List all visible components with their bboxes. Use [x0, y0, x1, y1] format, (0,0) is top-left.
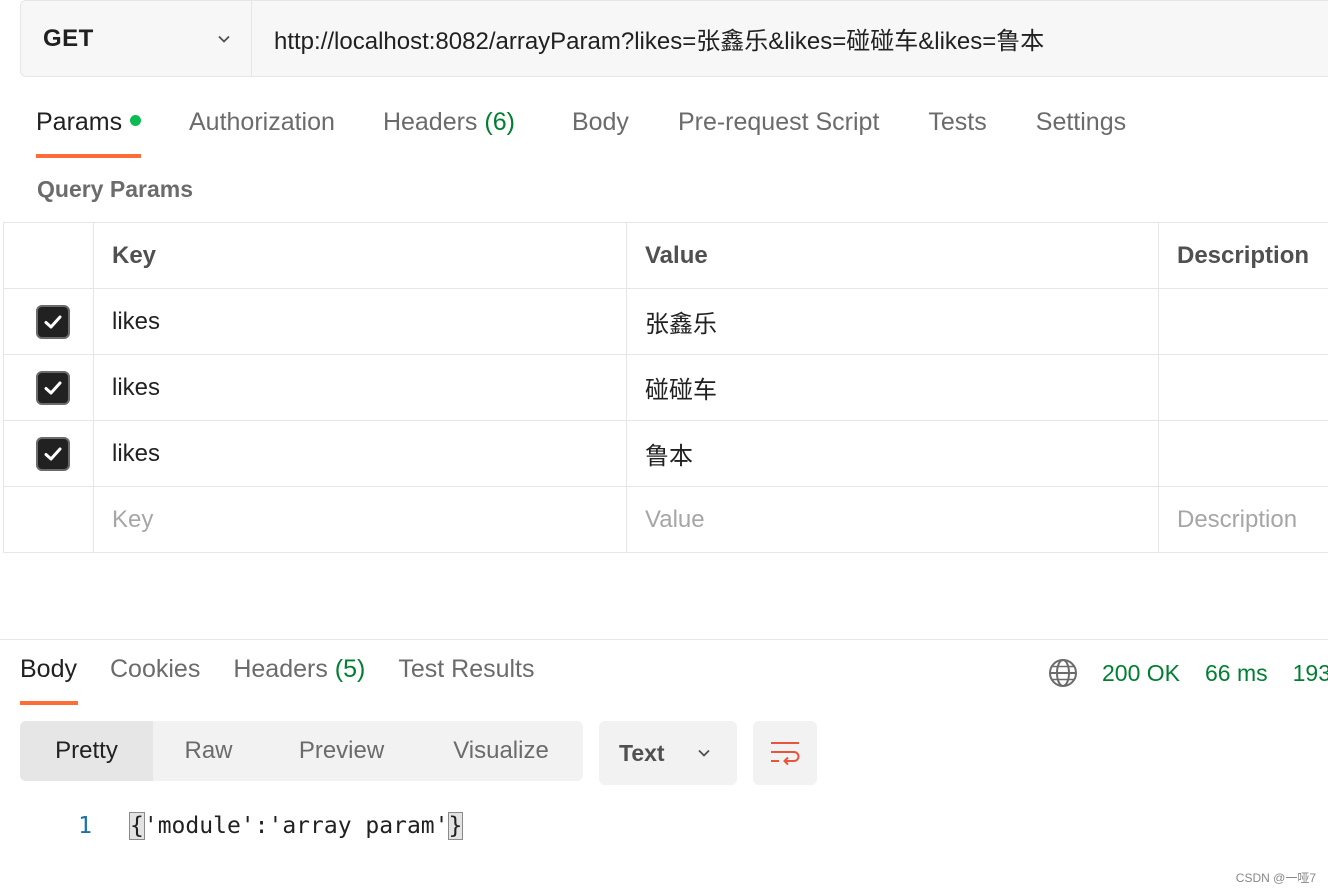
tab-label: Params — [36, 108, 123, 136]
wrap-lines-icon — [771, 742, 800, 766]
param-key[interactable]: likes — [93, 421, 626, 486]
method-label: GET — [43, 24, 94, 52]
request-tabs: Params Authorization Headers (6) Body Pr… — [36, 108, 1126, 158]
checkbox-cell — [3, 289, 93, 354]
checkmark-icon — [44, 447, 61, 460]
header-checkbox-cell — [3, 223, 93, 288]
checkbox-cell — [3, 487, 93, 552]
tab-label: Authorization — [189, 108, 335, 136]
tab-label: Cookies — [110, 655, 201, 683]
response-size[interactable]: 193 — [1293, 660, 1328, 687]
param-value[interactable]: 碰碰车 — [626, 355, 1158, 420]
table-row-new: Key Value Description — [3, 487, 1328, 553]
column-header-value: Value — [626, 223, 1158, 288]
format-label: Text — [619, 739, 665, 766]
view-visualize[interactable]: Visualize — [419, 721, 583, 781]
tab-headers[interactable]: Headers (6) — [383, 108, 515, 158]
tab-params[interactable]: Params — [36, 108, 142, 158]
tab-authorization[interactable]: Authorization — [189, 108, 335, 158]
table-row: likes 碰碰车 — [3, 355, 1328, 421]
headers-count: (6) — [484, 108, 515, 136]
table-row: likes 张鑫乐 — [3, 289, 1328, 355]
view-pretty[interactable]: Pretty — [20, 721, 153, 781]
globe-icon[interactable] — [1048, 658, 1078, 688]
wrap-lines-button[interactable] — [753, 721, 817, 785]
tab-label: Settings — [1035, 108, 1127, 136]
status-code[interactable]: 200 OK — [1102, 660, 1180, 687]
param-description[interactable] — [1158, 355, 1328, 420]
new-description-input[interactable]: Description — [1158, 487, 1328, 552]
param-description[interactable] — [1158, 421, 1328, 486]
new-key-input[interactable]: Key — [93, 487, 626, 552]
view-preview[interactable]: Preview — [264, 721, 419, 781]
open-brace: { — [129, 812, 145, 840]
param-key[interactable]: likes — [93, 355, 626, 420]
param-value[interactable]: 鲁本 — [626, 421, 1158, 486]
close-brace: } — [447, 812, 464, 840]
url-input[interactable]: http://localhost:8082/arrayParam?likes=张… — [252, 1, 1328, 76]
checkmark-icon — [44, 315, 61, 328]
response-time[interactable]: 66 ms — [1205, 660, 1268, 687]
tab-test-results[interactable]: Test Results — [398, 655, 534, 705]
watermark: CSDN @一哑7 — [1235, 871, 1316, 885]
tab-tests[interactable]: Tests — [928, 108, 986, 158]
tab-cookies[interactable]: Cookies — [110, 655, 200, 705]
param-value[interactable]: 张鑫乐 — [626, 289, 1158, 354]
tab-response-headers[interactable]: Headers (5) — [233, 655, 365, 705]
column-header-key: Key — [93, 223, 626, 288]
param-key[interactable]: likes — [93, 289, 626, 354]
row-checkbox[interactable] — [35, 304, 70, 339]
view-mode-selector: Pretty Raw Preview Visualize — [20, 721, 583, 781]
code-line[interactable]: {'module':'array param'} — [129, 812, 464, 840]
tab-label: Test Results — [398, 655, 535, 683]
method-select[interactable]: GET — [21, 1, 252, 76]
tab-label: Headers — [233, 655, 328, 683]
column-header-description: Description — [1158, 223, 1328, 288]
tab-label: Tests — [928, 108, 987, 136]
format-select[interactable]: Text — [599, 721, 737, 785]
url-bar: GET http://localhost:8082/arrayParam?lik… — [20, 0, 1328, 77]
tab-label: Pre-request Script — [677, 108, 880, 136]
tab-label: Body — [20, 655, 77, 683]
table-row: likes 鲁本 — [3, 421, 1328, 487]
line-number: 1 — [78, 813, 92, 839]
modified-dot-icon — [130, 114, 142, 126]
param-description[interactable] — [1158, 289, 1328, 354]
row-checkbox[interactable] — [35, 436, 70, 471]
query-params-title: Query Params — [37, 176, 193, 202]
tab-label: Body — [571, 108, 629, 136]
params-table: Key Value Description likes 张鑫乐 likes 碰碰… — [3, 222, 1328, 553]
table-header-row: Key Value Description — [3, 223, 1328, 289]
checkmark-icon — [44, 381, 61, 394]
response-body-code: 1 {'module':'array param'} — [0, 806, 464, 846]
pane-divider[interactable] — [0, 639, 1328, 640]
checkbox-cell — [3, 355, 93, 420]
tab-body[interactable]: Body — [572, 108, 629, 158]
tab-pre-request-script[interactable]: Pre-request Script — [678, 108, 879, 158]
tab-label: Headers — [382, 108, 478, 136]
new-value-input[interactable]: Value — [626, 487, 1158, 552]
view-raw[interactable]: Raw — [153, 721, 264, 781]
checkbox-cell — [3, 421, 93, 486]
chevron-down-icon — [698, 749, 710, 757]
response-tabs: Body Cookies Headers (5) Test Results — [20, 655, 535, 705]
response-status: 200 OK 66 ms 193 — [1048, 656, 1328, 690]
code-content: 'module':'array param' — [143, 813, 449, 839]
row-checkbox[interactable] — [35, 370, 70, 405]
headers-count: (5) — [334, 655, 366, 683]
tab-response-body[interactable]: Body — [20, 655, 78, 705]
chevron-down-icon — [218, 35, 230, 43]
tab-settings[interactable]: Settings — [1036, 108, 1126, 158]
